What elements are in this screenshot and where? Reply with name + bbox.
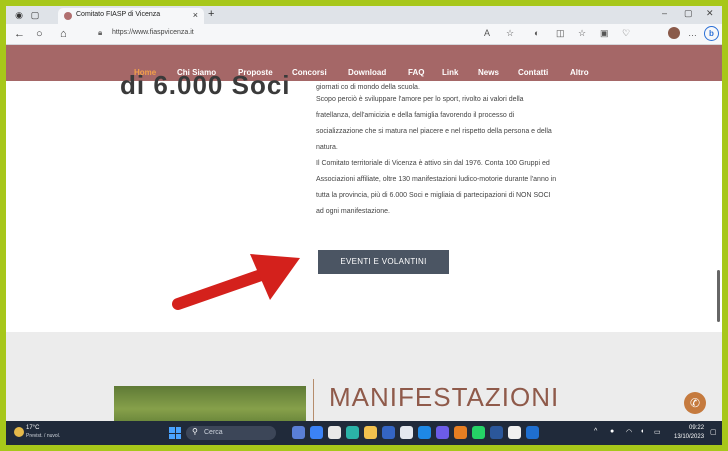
- back-arrow-icon[interactable]: ←: [14, 27, 25, 41]
- paragraph-line: tutta la provincia, più di 6.000 Soci e …: [316, 192, 551, 199]
- notification-icon[interactable]: ▢: [710, 428, 717, 436]
- section-heading: MANIFESTAZIONI: [329, 382, 560, 412]
- taskbar-app-icon[interactable]: [418, 426, 431, 439]
- search-placeholder: Cerca: [204, 429, 223, 436]
- minimize-icon[interactable]: –: [662, 8, 667, 18]
- nav-altro[interactable]: Altro: [570, 68, 589, 77]
- browser-essentials-icon[interactable]: ♡: [622, 28, 630, 39]
- weather-widget[interactable]: 17°C Previst. / nuvol.: [14, 425, 60, 441]
- taskbar-app-icon[interactable]: [400, 426, 413, 439]
- volume-icon[interactable]: ◖: [640, 428, 644, 435]
- split-screen-icon[interactable]: ◫: [556, 28, 565, 39]
- partial-line-text: giornati co di mondo della scuola.: [316, 84, 420, 91]
- favicon-icon: [64, 12, 72, 20]
- avatar[interactable]: [668, 27, 680, 39]
- weather-desc: Previst. / nuvol.: [26, 433, 61, 439]
- eventi-volantini-button[interactable]: EVENTI E VOLANTINI: [318, 250, 449, 274]
- scrollbar-thumb[interactable]: [717, 270, 720, 322]
- scrollbar[interactable]: [715, 82, 722, 421]
- tab-actions-icon[interactable]: ▢: [30, 10, 40, 20]
- collections-icon[interactable]: ▣: [600, 28, 609, 39]
- paragraph-line: Il Comitato territoriale di Vicenza è at…: [316, 160, 550, 167]
- more-options-icon[interactable]: …: [688, 28, 697, 38]
- purpose-paragraph: Scopo perciò è sviluppare l'amore per lo…: [316, 92, 626, 156]
- tab-title: Comitato FIASP di Vicenza: [76, 11, 161, 18]
- extension-icon[interactable]: ◐: [534, 28, 539, 38]
- nav-faq[interactable]: FAQ: [408, 68, 424, 77]
- clock-time: 09:22: [689, 425, 705, 431]
- address-bar[interactable]: 🔒︎ https://www.fiaspvicenza.it: [98, 27, 468, 41]
- maximize-icon[interactable]: ▢: [684, 8, 693, 19]
- new-tab-icon[interactable]: +: [208, 8, 214, 20]
- url-text[interactable]: https://www.fiaspvicenza.it: [112, 29, 194, 36]
- browser-tab-strip: ◉ ▢ Comitato FIASP di Vicenza × + – ▢ ✕: [6, 6, 722, 24]
- weather-icon: [14, 427, 24, 437]
- tray-app-icon[interactable]: ●: [610, 428, 614, 435]
- paragraph-line: socializzazione che si matura nel piacer…: [316, 128, 552, 135]
- taskbar-search-input[interactable]: ⚲ Cerca: [186, 426, 276, 440]
- browser-tab[interactable]: Comitato FIASP di Vicenza ×: [58, 8, 204, 24]
- read-aloud-icon[interactable]: A: [484, 28, 490, 38]
- close-window-icon[interactable]: ✕: [706, 8, 714, 19]
- paragraph-line: natura.: [316, 144, 338, 151]
- taskbar-app-icon[interactable]: [292, 426, 305, 439]
- paragraph-line: ad ogni manifestazione.: [316, 208, 390, 215]
- favorites-star-icon[interactable]: ☆: [506, 28, 514, 39]
- nav-download[interactable]: Download: [348, 68, 386, 77]
- search-icon: ⚲: [192, 427, 198, 436]
- battery-icon[interactable]: ▭: [654, 428, 661, 436]
- nav-link[interactable]: Link: [442, 68, 458, 77]
- clock-date: 13/10/2023: [674, 434, 705, 440]
- close-tab-icon[interactable]: ×: [193, 10, 198, 20]
- taskbar-app-icon[interactable]: [382, 426, 395, 439]
- taskbar-app-icon[interactable]: [454, 426, 467, 439]
- taskbar-clock[interactable]: 09:22 13/10/2023: [674, 424, 704, 442]
- taskbar-app-icon[interactable]: [526, 426, 539, 439]
- file-explorer-icon[interactable]: [364, 426, 377, 439]
- edge-icon[interactable]: [346, 426, 359, 439]
- site-navigation: Home Chi Siamo Proposte Concorsi Downloa…: [6, 45, 722, 81]
- members-count-heading: di 6.000 Soci: [120, 70, 291, 100]
- taskbar-app-icon[interactable]: [508, 426, 521, 439]
- word-icon[interactable]: [490, 426, 503, 439]
- windows-taskbar: 17°C Previst. / nuvol. ⚲ Cerca ^ ● ◠ ◖ ▭…: [6, 421, 722, 445]
- favorites-icon[interactable]: ☆: [578, 28, 586, 39]
- taskbar-app-icon[interactable]: [310, 426, 323, 439]
- paragraph-line: Scopo perciò è sviluppare l'amore per lo…: [316, 96, 524, 103]
- accessibility-button[interactable]: ✆: [684, 392, 706, 414]
- home-icon[interactable]: ⌂: [60, 27, 67, 41]
- forward-arrow-icon[interactable]: ○: [36, 27, 43, 41]
- paragraph-line: fratellanza, dell'amicizia e della famig…: [316, 112, 515, 119]
- annotation-arrow-icon: [172, 254, 300, 310]
- nav-contatti[interactable]: Contatti: [518, 68, 548, 77]
- screenshot-frame: ◉ ▢ Comitato FIASP di Vicenza × + – ▢ ✕ …: [6, 6, 722, 445]
- taskbar-app-icon[interactable]: [436, 426, 449, 439]
- paragraph-line: Associazioni affiliate, oltre 130 manife…: [316, 176, 557, 183]
- tray-chevron-icon[interactable]: ^: [594, 428, 597, 435]
- whatsapp-icon[interactable]: [472, 426, 485, 439]
- wifi-icon[interactable]: ◠: [626, 428, 632, 436]
- committee-paragraph: Il Comitato territoriale di Vicenza è at…: [316, 156, 626, 220]
- nav-news[interactable]: News: [478, 68, 499, 77]
- lock-icon: 🔒︎: [98, 28, 103, 37]
- nav-concorsi[interactable]: Concorsi: [292, 68, 327, 77]
- bing-icon[interactable]: b: [704, 26, 719, 41]
- profile-icon[interactable]: ◉: [14, 10, 24, 20]
- temperature: 17°C: [26, 425, 40, 431]
- address-bar-row: ← ○ ⌂ 🔒︎ https://www.fiaspvicenza.it A ☆…: [6, 24, 722, 45]
- windows-logo-icon[interactable]: [169, 427, 181, 439]
- taskbar-app-icon[interactable]: [328, 426, 341, 439]
